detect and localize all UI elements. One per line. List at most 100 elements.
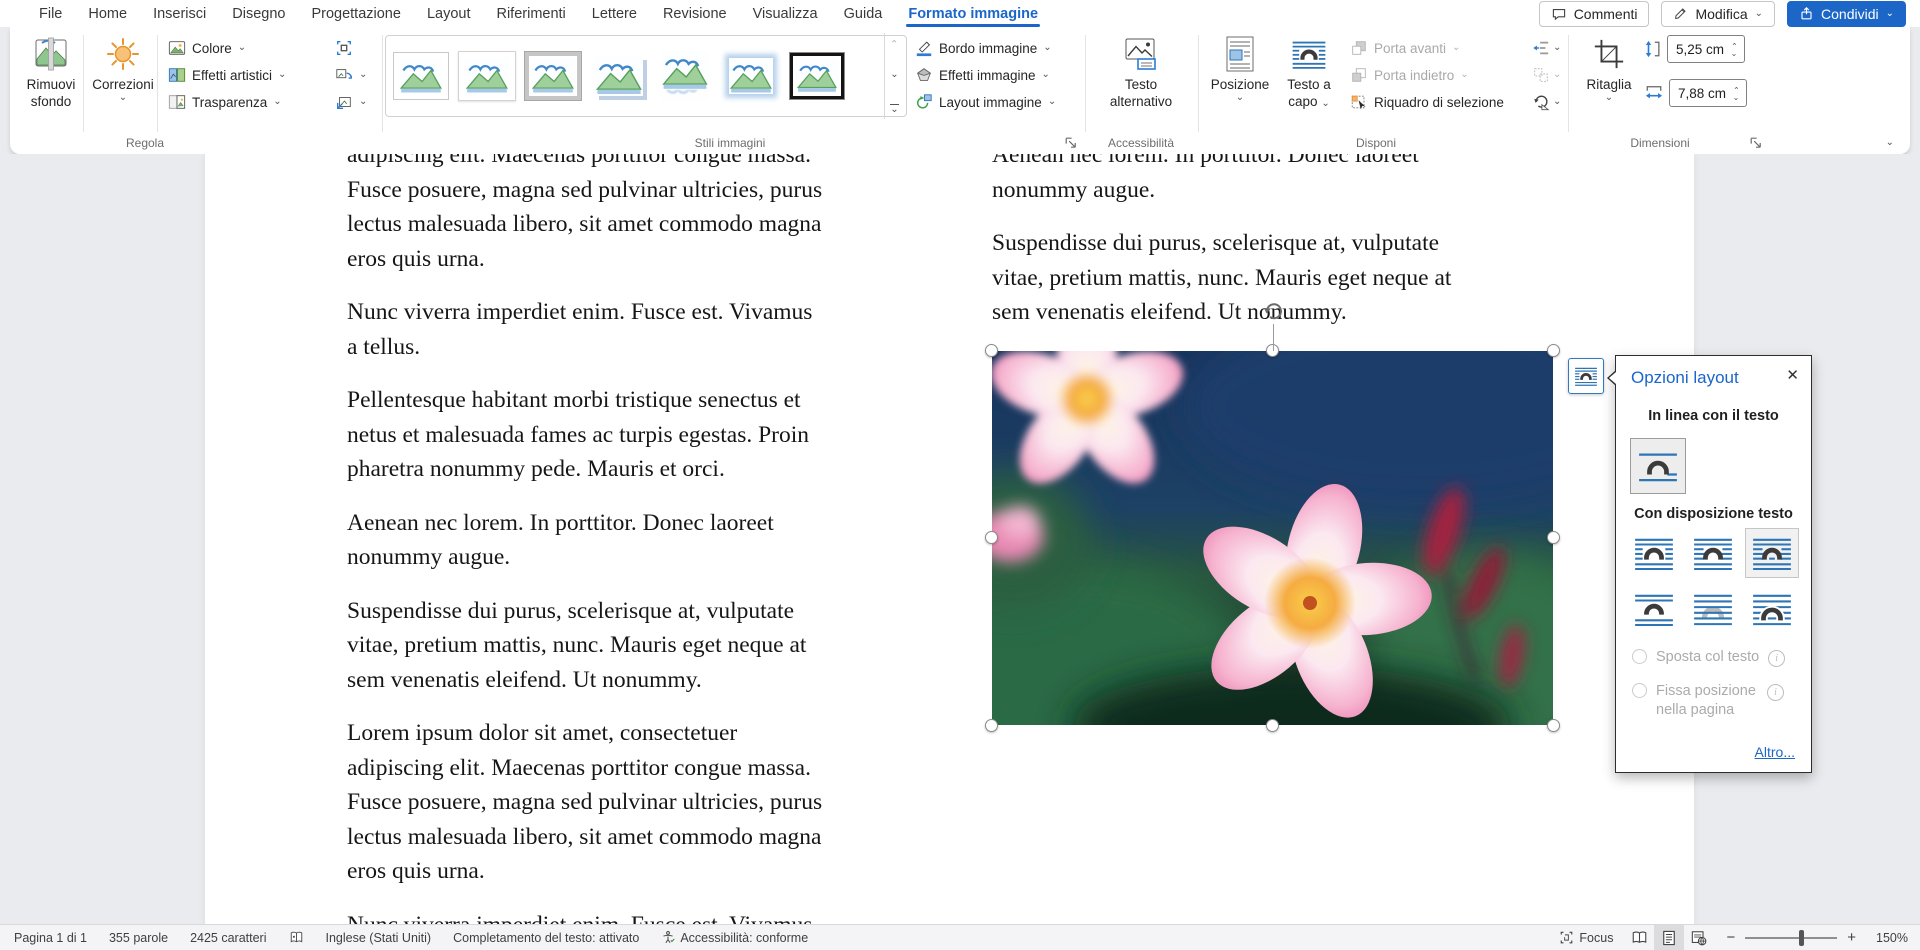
resize-handle-s[interactable]: [1266, 719, 1279, 732]
corrections-button[interactable]: Correzioni ⌄: [90, 34, 156, 103]
zoom-out-button[interactable]: −: [1714, 925, 1739, 950]
style-thumb-reflection[interactable]: [652, 40, 718, 112]
resize-handle-ne[interactable]: [1547, 344, 1560, 357]
share-button[interactable]: Condividi ⌄: [1787, 1, 1906, 27]
height-step-down[interactable]: ⌄: [1731, 50, 1738, 58]
zoom-level[interactable]: 150%: [1862, 931, 1920, 945]
menu-riferimenti[interactable]: Riferimenti: [483, 0, 578, 27]
selection-pane-button[interactable]: Riquadro di selezione: [1350, 89, 1504, 115]
style-thumb-metal-frame[interactable]: [520, 40, 586, 112]
size-dialog-launcher[interactable]: [1750, 136, 1764, 150]
text-line: sem venenatis eleifend. Ut nonummy.: [347, 663, 903, 698]
proofing-status-button[interactable]: [278, 925, 315, 950]
group-label-stili-immagini: Stili immagini: [570, 136, 890, 150]
pencil-icon: [1673, 6, 1688, 21]
layout-options-button[interactable]: [1568, 358, 1604, 394]
style-thumb-simple-frame[interactable]: [388, 40, 454, 112]
chevron-down-icon: ⌄: [1553, 70, 1561, 80]
resize-handle-nw[interactable]: [985, 344, 998, 357]
menu-home[interactable]: Home: [75, 0, 140, 27]
menu-visualizza[interactable]: Visualizza: [740, 0, 831, 27]
selected-picture[interactable]: [992, 351, 1553, 725]
web-layout-button[interactable]: [1684, 925, 1714, 950]
inline-section-header: In linea con il testo: [1616, 408, 1811, 424]
remove-background-button[interactable]: Rimuovi sfondo: [18, 34, 84, 110]
see-more-link[interactable]: Altro...: [1755, 744, 1795, 760]
tab-formato-immagine[interactable]: Formato immagine: [895, 0, 1051, 27]
zoom-in-button[interactable]: +: [1843, 925, 1862, 950]
text-column-left[interactable]: adipiscing elit. Maecenas porttitor cong…: [347, 154, 903, 925]
resize-handle-se[interactable]: [1547, 719, 1560, 732]
close-icon[interactable]: ✕: [1786, 366, 1799, 384]
comments-button[interactable]: Commenti: [1539, 1, 1650, 27]
height-step-up[interactable]: ⌄: [1731, 41, 1738, 49]
focus-mode-button[interactable]: Focus: [1548, 925, 1624, 950]
style-thumb-drop-shadow[interactable]: [586, 40, 652, 112]
menu-inserisci[interactable]: Inserisci: [140, 0, 219, 27]
edit-mode-button[interactable]: Modifica ⌄: [1661, 1, 1775, 27]
change-picture-button[interactable]: ⌄: [335, 62, 367, 88]
menu-file[interactable]: File: [26, 0, 75, 27]
zoom-slider[interactable]: [1745, 937, 1837, 939]
word-count[interactable]: 355 parole: [98, 925, 179, 950]
position-button[interactable]: Posizione ⌄: [1206, 34, 1274, 103]
accessibility-status[interactable]: Accessibilità: conforme: [650, 925, 819, 950]
artistic-effects-button[interactable]: Effetti artistici ⌄: [168, 62, 286, 88]
wrap-option-top-bottom[interactable]: [1627, 584, 1681, 634]
picture-border-button[interactable]: Bordo immagine ⌄: [915, 35, 1052, 61]
picture-layout-button[interactable]: Layout immagine ⌄: [915, 89, 1056, 115]
width-input[interactable]: 7,88 cm ⌄ ⌄: [1669, 79, 1747, 107]
picture-styles-dialog-launcher[interactable]: [1065, 136, 1079, 150]
wrap-option-through[interactable]: [1745, 528, 1799, 578]
menu-disegno[interactable]: Disegno: [219, 0, 298, 27]
print-layout-button[interactable]: [1654, 925, 1684, 950]
wrap-option-inline[interactable]: [1630, 438, 1686, 494]
menu-layout[interactable]: Layout: [414, 0, 484, 27]
wrap-option-behind-text[interactable]: [1686, 584, 1740, 634]
collapse-ribbon-icon[interactable]: ⌄: [1886, 138, 1894, 148]
transparency-icon: [168, 93, 186, 111]
char-count[interactable]: 2425 caratteri: [179, 925, 277, 950]
wrap-option-in-front[interactable]: [1745, 584, 1799, 634]
resize-handle-w[interactable]: [985, 531, 998, 544]
wrap-through-icon: [1750, 536, 1794, 570]
menu-revisione[interactable]: Revisione: [650, 0, 740, 27]
menu-lettere[interactable]: Lettere: [579, 0, 650, 27]
text-completion-indicator[interactable]: Completamento del testo: attivato: [442, 925, 650, 950]
gallery-more-button[interactable]: ⌄: [890, 104, 899, 116]
wrap-option-tight[interactable]: [1686, 528, 1740, 578]
compress-pictures-button[interactable]: [335, 35, 353, 61]
reset-picture-button[interactable]: ⌄: [335, 89, 367, 115]
gallery-scroll-down[interactable]: ⌄: [890, 70, 898, 80]
height-input[interactable]: 5,25 cm ⌄ ⌄: [1667, 35, 1745, 63]
page[interactable]: adipiscing elit. Maecenas porttitor cong…: [205, 154, 1694, 925]
picture-layout-label: Layout immagine: [939, 95, 1042, 110]
color-button[interactable]: Colore ⌄: [168, 35, 246, 61]
alt-text-button[interactable]: Testo alternativo: [1096, 34, 1186, 110]
gallery-scroll-up[interactable]: ⌄: [890, 37, 898, 47]
style-thumb-black-frame[interactable]: [784, 40, 850, 112]
style-thumb-beveled-white[interactable]: [454, 40, 520, 112]
language-indicator[interactable]: Inglese (Stati Uniti): [315, 925, 443, 950]
group-objects-button: ⌄: [1532, 62, 1561, 88]
width-step-down[interactable]: ⌄: [1733, 94, 1740, 102]
wrap-text-button[interactable]: Testo a capo ⌄: [1276, 34, 1342, 110]
style-thumb-soft-glow[interactable]: [718, 40, 784, 112]
read-mode-button[interactable]: [1624, 925, 1654, 950]
menu-progettazione[interactable]: Progettazione: [298, 0, 413, 27]
wrap-option-square[interactable]: [1627, 528, 1681, 578]
comment-icon: [1551, 6, 1567, 22]
width-step-up[interactable]: ⌄: [1733, 85, 1740, 93]
resize-handle-sw[interactable]: [985, 719, 998, 732]
crop-button[interactable]: Ritaglia ⌄: [1578, 34, 1640, 103]
transparency-button[interactable]: Trasparenza ⌄: [168, 89, 282, 115]
rotate-handle[interactable]: [1261, 299, 1285, 328]
selection-pane-icon: [1350, 93, 1368, 111]
align-objects-button[interactable]: ⌄: [1532, 35, 1561, 61]
resize-handle-e[interactable]: [1547, 531, 1560, 544]
zoom-slider-thumb[interactable]: [1799, 930, 1804, 946]
page-indicator[interactable]: Pagina 1 di 1: [0, 925, 98, 950]
menu-guida[interactable]: Guida: [831, 0, 896, 27]
picture-effects-button[interactable]: Effetti immagine ⌄: [915, 62, 1050, 88]
rotate-objects-button[interactable]: ⌄: [1532, 89, 1561, 115]
